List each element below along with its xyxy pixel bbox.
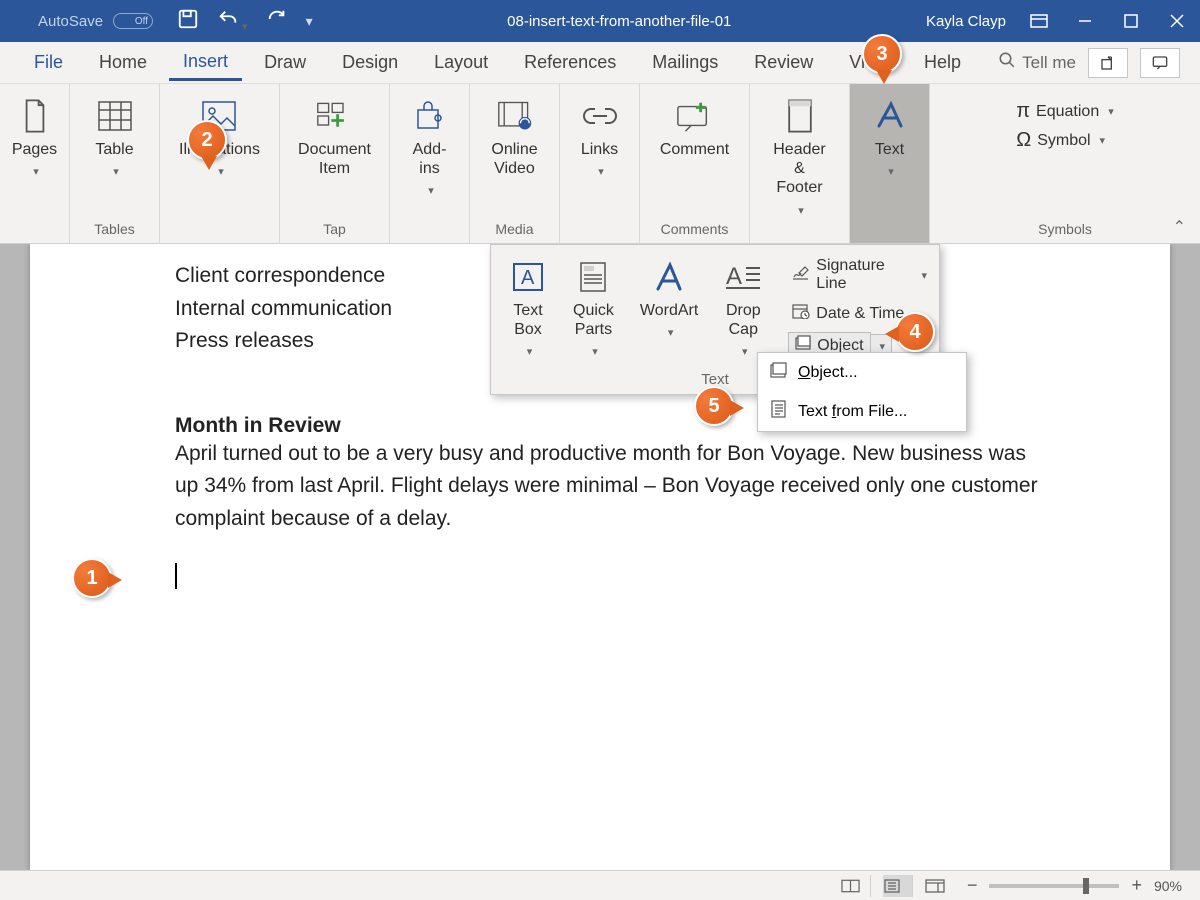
- header-footer-icon: [782, 98, 818, 134]
- object-menu-icon: [770, 361, 788, 384]
- addins-button[interactable]: Add- ins ▾: [400, 94, 460, 201]
- callout-4: 4: [895, 312, 935, 352]
- comment-button[interactable]: Comment: [652, 94, 737, 163]
- table-icon: [97, 98, 133, 134]
- online-video-icon: [497, 98, 533, 134]
- callout-5: 5: [694, 386, 734, 426]
- tab-insert[interactable]: Insert: [169, 45, 242, 81]
- quick-parts-icon: [575, 259, 611, 295]
- view-print-layout[interactable]: [883, 875, 913, 897]
- calendar-icon: [792, 303, 810, 324]
- wordart-button[interactable]: WordArt▾: [632, 255, 706, 367]
- tab-file[interactable]: File: [20, 46, 77, 79]
- svg-text:A: A: [726, 263, 742, 290]
- minimize-button[interactable]: [1062, 0, 1108, 42]
- group-symbols: Symbols: [938, 217, 1192, 243]
- view-read-mode[interactable]: [841, 875, 871, 897]
- zoom-in-button[interactable]: +: [1131, 875, 1142, 896]
- tab-references[interactable]: References: [510, 46, 630, 79]
- symbol-icon: Ω: [1016, 129, 1031, 152]
- tab-design[interactable]: Design: [328, 46, 412, 79]
- equation-icon: π: [1016, 100, 1030, 123]
- redo-icon[interactable]: [266, 8, 288, 34]
- document-paragraph: April turned out to be a very busy and p…: [175, 438, 1040, 536]
- quick-access-toolbar: ▾ ▾: [177, 8, 313, 34]
- group-tap: Tap: [288, 217, 381, 243]
- close-button[interactable]: [1154, 0, 1200, 42]
- qat-customize-icon[interactable]: ▾: [306, 13, 313, 30]
- table-button[interactable]: Table ▾: [85, 94, 145, 182]
- autosave-state: Off: [113, 13, 153, 29]
- zoom-slider[interactable]: [989, 884, 1119, 888]
- text-box-icon: A: [510, 259, 546, 295]
- tab-home[interactable]: Home: [85, 46, 161, 79]
- comments-button[interactable]: [1140, 48, 1180, 78]
- document-item-icon: [316, 98, 352, 134]
- text-button[interactable]: Text ▾: [860, 94, 920, 182]
- group-comments: Comments: [648, 217, 741, 243]
- tab-layout[interactable]: Layout: [420, 46, 502, 79]
- links-button[interactable]: Links ▾: [570, 94, 630, 182]
- document-area: Client correspondence Internal communica…: [0, 244, 1200, 870]
- tab-mailings[interactable]: Mailings: [638, 46, 732, 79]
- tell-me-search[interactable]: Tell me: [998, 51, 1076, 74]
- wordart-icon: [651, 259, 687, 295]
- tell-me-label: Tell me: [1022, 53, 1076, 73]
- ribbon-insert: Pages ▾ Table ▾ Tables Illustrations ▾ D…: [0, 84, 1200, 244]
- text-box-button[interactable]: A Text Box▾: [501, 255, 555, 367]
- drop-cap-button[interactable]: A Drop Cap▾: [716, 255, 770, 367]
- tab-help[interactable]: Help: [910, 46, 975, 79]
- zoom-out-button[interactable]: −: [967, 875, 978, 896]
- user-name[interactable]: Kayla Clayp: [926, 13, 1006, 30]
- text-icon: [872, 98, 908, 134]
- menu-object[interactable]: Object...: [758, 353, 966, 392]
- tab-review[interactable]: Review: [740, 46, 827, 79]
- document-title: 08-insert-text-from-another-file-01: [313, 13, 926, 30]
- maximize-button[interactable]: [1108, 0, 1154, 42]
- status-bar: − + 90%: [0, 870, 1200, 900]
- equation-button[interactable]: π Equation ▾: [1016, 100, 1114, 123]
- callout-1: 1: [72, 558, 112, 598]
- svg-text:A: A: [521, 267, 535, 289]
- object-submenu: Object... Text from File...: [757, 352, 967, 432]
- signature-line-button[interactable]: Signature Line ▾: [788, 255, 931, 295]
- group-media: Media: [478, 217, 551, 243]
- page-icon: [17, 98, 53, 134]
- undo-icon[interactable]: ▾: [217, 8, 248, 34]
- signature-icon: [792, 265, 810, 286]
- ribbon-tabs: File Home Insert Draw Design Layout Refe…: [0, 42, 1200, 84]
- callout-3: 3: [862, 34, 902, 74]
- text-from-file-icon: [770, 400, 788, 423]
- comment-icon: [676, 98, 712, 134]
- quick-parts-button[interactable]: Quick Parts▾: [565, 255, 622, 367]
- title-bar: AutoSave Off ▾ ▾ 08-insert-text-from-ano…: [0, 0, 1200, 42]
- header-footer-button[interactable]: Header & Footer ▾: [758, 94, 841, 221]
- callout-2: 2: [187, 120, 227, 160]
- ribbon-collapse-icon[interactable]: ⌃: [1173, 217, 1186, 237]
- pages-button[interactable]: Pages ▾: [4, 94, 65, 182]
- addins-icon: [412, 98, 448, 134]
- save-icon[interactable]: [177, 8, 199, 34]
- ribbon-display-icon[interactable]: [1016, 0, 1062, 42]
- zoom-level[interactable]: 90%: [1154, 878, 1182, 894]
- drop-cap-icon: A: [725, 259, 761, 295]
- online-video-button[interactable]: Online Video: [483, 94, 545, 182]
- group-tables: Tables: [78, 217, 151, 243]
- links-icon: [582, 98, 618, 134]
- text-cursor: [175, 563, 177, 589]
- document-item-button[interactable]: Document Item: [290, 94, 379, 182]
- menu-text-from-file[interactable]: Text from File...: [758, 392, 966, 431]
- share-button[interactable]: [1088, 48, 1128, 78]
- view-web-layout[interactable]: [925, 875, 955, 897]
- autosave-toggle[interactable]: AutoSave Off: [38, 13, 153, 30]
- search-icon: [998, 51, 1016, 74]
- symbol-button[interactable]: Ω Symbol ▾: [1016, 129, 1114, 152]
- autosave-label: AutoSave: [38, 13, 103, 30]
- tab-draw[interactable]: Draw: [250, 46, 320, 79]
